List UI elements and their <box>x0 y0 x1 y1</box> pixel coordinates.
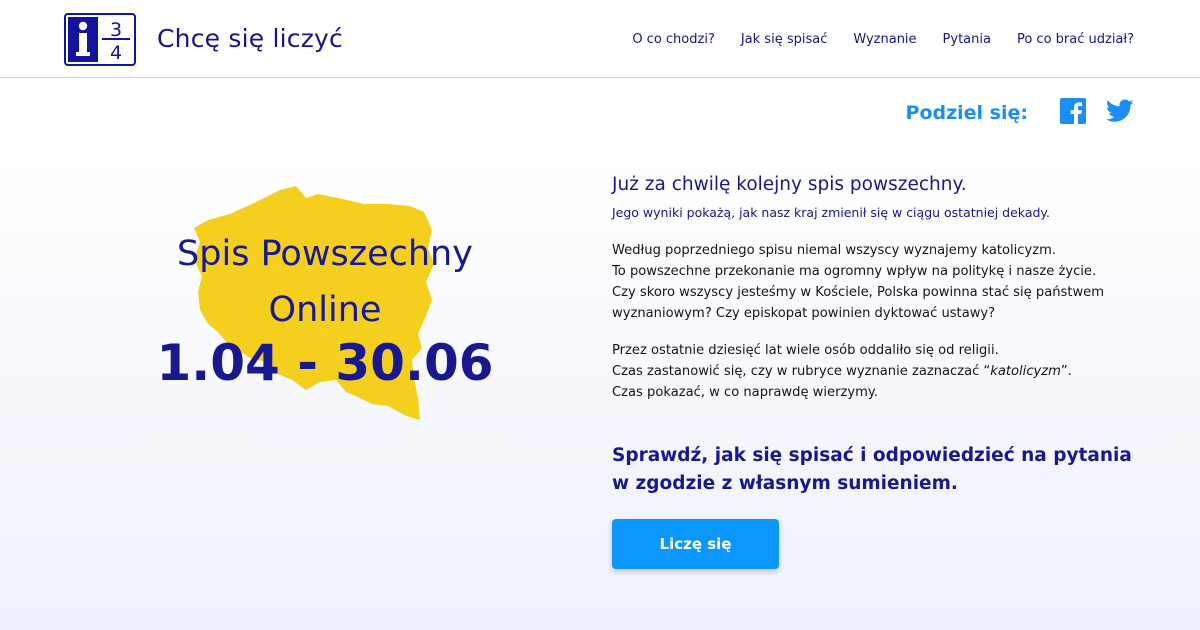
paragraph-line: Czy skoro wszyscy jesteśmy w Kościele, P… <box>612 285 1104 300</box>
paragraph-line: Czas zastanowić się, czy w rubryce wyzna… <box>612 361 1152 382</box>
main-nav: O co chodzi? Jak się spisać Wyznanie Pyt… <box>632 32 1134 47</box>
headline: Już za chwilę kolejny spis powszechny. <box>612 174 967 195</box>
nav-item-wyznanie[interactable]: Wyznanie <box>853 32 916 47</box>
hero-title: Spis Powszechny Online <box>130 226 520 338</box>
cta-heading-line1: Sprawdź, jak się spisać i odpowiedzieć n… <box>612 445 1132 466</box>
site-title[interactable]: Chcę się liczyć <box>157 24 343 53</box>
paragraph-line: To powszechne przekonanie ma ogromny wpł… <box>612 264 1097 279</box>
svg-text:4: 4 <box>110 42 122 64</box>
paragraph-call-to-reflect: Przez ostatnie dziesięć lat wiele osób o… <box>612 340 1152 403</box>
share-bar: Podziel się: <box>906 98 1134 128</box>
nav-item-o-co-chodzi[interactable]: O co chodzi? <box>632 32 715 47</box>
paragraph-line: wyznaniowym? Czy episkopat powinien dykt… <box>612 306 996 321</box>
share-label: Podziel się: <box>905 102 1028 124</box>
subheadline: Jego wyniki pokażą, jak nasz kraj zmieni… <box>612 205 1051 220</box>
hero-title-line1: Spis Powszechny <box>177 234 473 274</box>
nav-item-po-co-brac-udzial[interactable]: Po co brać udział? <box>1017 32 1134 47</box>
facebook-icon[interactable] <box>1060 98 1086 128</box>
paragraph-line: Przez ostatnie dziesięć lat wiele osób o… <box>612 343 999 358</box>
svg-text:3: 3 <box>110 19 122 41</box>
cta-heading-line2: w zgodzie z własnym sumieniem. <box>612 473 958 494</box>
hero-dates: 1.04 - 30.06 <box>156 334 494 392</box>
nav-item-pytania[interactable]: Pytania <box>943 32 991 47</box>
paragraph-line-text: ”. <box>1060 364 1072 379</box>
cta-heading: Sprawdź, jak się spisać i odpowiedzieć n… <box>612 442 1152 498</box>
site-header: 3 4 Chcę się liczyć O co chodzi? Jak się… <box>0 0 1200 78</box>
licze-sie-button[interactable]: Liczę się <box>612 519 779 569</box>
emphasis-katolicyzm: katolicyzm <box>990 364 1061 379</box>
nav-item-jak-sie-spisac[interactable]: Jak się spisać <box>741 32 828 47</box>
main-content: Już za chwilę kolejny spis powszechny. J… <box>612 174 1152 569</box>
paragraph-previous-census: Według poprzedniego spisu niemal wszyscy… <box>612 240 1152 324</box>
paragraph-line-text: Czas zastanowić się, czy w rubryce wyzna… <box>612 364 991 379</box>
i34-logo-icon[interactable]: 3 4 <box>64 13 136 66</box>
paragraph-line: Czas pokazać, w co naprawdę wierzymy. <box>612 385 878 400</box>
twitter-icon[interactable] <box>1105 99 1134 127</box>
hero-title-line2: Online <box>268 290 382 330</box>
paragraph-line: Według poprzedniego spisu niemal wszyscy… <box>612 243 1057 258</box>
